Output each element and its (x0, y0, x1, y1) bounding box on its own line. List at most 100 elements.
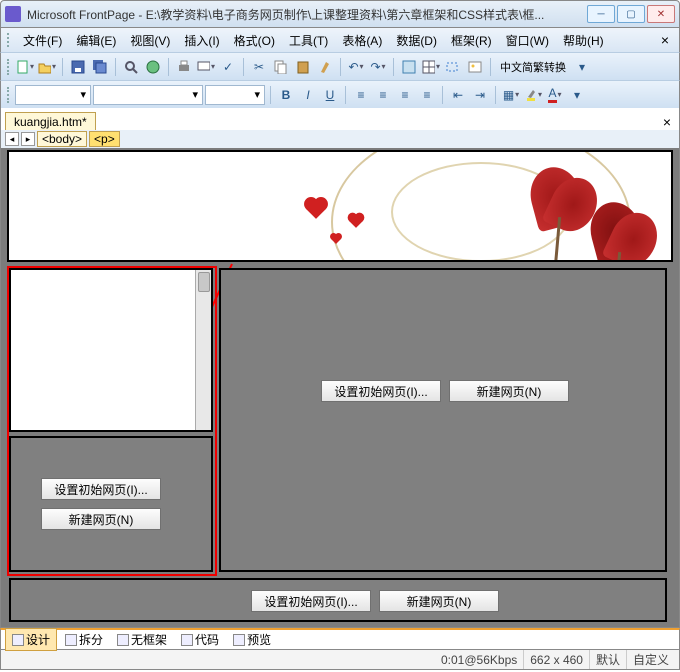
preview-button[interactable] (196, 57, 216, 77)
formatpaint-button[interactable] (315, 57, 335, 77)
design-icon (12, 634, 24, 646)
spell-button[interactable]: ✓ (218, 57, 238, 77)
redo-button[interactable]: ↷ (368, 57, 388, 77)
search-button[interactable] (121, 57, 141, 77)
menu-edit[interactable]: 编辑(E) (70, 30, 122, 51)
close-button[interactable]: ✕ (647, 5, 675, 23)
menu-tools[interactable]: 工具(T) (283, 30, 334, 51)
component-button[interactable] (399, 57, 419, 77)
border-button[interactable]: ▦ (501, 85, 521, 105)
view-code[interactable]: 代码 (175, 629, 225, 650)
menu-table[interactable]: 表格(A) (336, 30, 388, 51)
menubar: 文件(F) 编辑(E) 视图(V) 插入(I) 格式(O) 工具(T) 表格(A… (0, 28, 680, 52)
menu-frame[interactable]: 框架(R) (445, 30, 498, 51)
copy-button[interactable] (271, 57, 291, 77)
new-button[interactable] (15, 57, 35, 77)
cut-button[interactable]: ✂ (249, 57, 269, 77)
align-right-button[interactable]: ≡ (395, 85, 415, 105)
banner-frame[interactable] (7, 150, 673, 262)
menu-insert[interactable]: 插入(I) (178, 30, 225, 51)
undo-button[interactable]: ↶ (346, 57, 366, 77)
open-button[interactable] (37, 57, 57, 77)
separator (168, 58, 169, 76)
italic-button[interactable]: I (298, 85, 318, 105)
status-mode: 默认 (589, 650, 626, 669)
status-custom: 自定义 (626, 650, 675, 669)
document-tabs: kuangjia.htm* × (0, 108, 680, 130)
frame-right[interactable]: 设置初始网页(I)... 新建网页(N) (219, 268, 667, 572)
print-button[interactable] (174, 57, 194, 77)
cn-convert-label[interactable]: 中文简繁转换 (496, 59, 570, 75)
menu-help[interactable]: 帮助(H) (557, 30, 610, 51)
more-button[interactable]: ▾ (572, 57, 592, 77)
bold-button[interactable]: B (276, 85, 296, 105)
search-icon (124, 60, 138, 74)
indent-inc-button[interactable]: ⇥ (470, 85, 490, 105)
view-noframes[interactable]: 无框架 (111, 629, 173, 650)
publish-button[interactable] (143, 57, 163, 77)
align-center-button[interactable]: ≡ (373, 85, 393, 105)
grip-icon (7, 33, 11, 47)
tab-label: 代码 (195, 631, 219, 648)
separator (270, 86, 271, 104)
brush-icon (318, 60, 332, 74)
new-page-button[interactable]: 新建网页(N) (41, 508, 161, 530)
separator (393, 58, 394, 76)
menu-window[interactable]: 窗口(W) (500, 30, 555, 51)
view-preview[interactable]: 预览 (227, 629, 277, 650)
tab-file[interactable]: kuangjia.htm* (5, 112, 96, 130)
underline-button[interactable]: U (320, 85, 340, 105)
font-select[interactable]: ▾ (93, 85, 203, 105)
layer-button[interactable] (443, 57, 463, 77)
size-select[interactable]: ▾ (205, 85, 265, 105)
menu-data[interactable]: 数据(D) (390, 30, 443, 51)
menu-view[interactable]: 视图(V) (124, 30, 176, 51)
maximize-button[interactable]: ▢ (617, 5, 645, 23)
bc-body[interactable]: <body> (37, 131, 87, 147)
table-button[interactable] (421, 57, 441, 77)
bc-next-icon[interactable]: ▸ (21, 132, 35, 146)
frame-bottom-left[interactable]: 设置初始网页(I)... 新建网页(N) (9, 436, 213, 572)
frame-top-left[interactable] (9, 268, 213, 432)
separator (340, 58, 341, 76)
menu-close-icon[interactable]: × (657, 32, 673, 48)
menu-file[interactable]: 文件(F) (17, 30, 68, 51)
component-icon (402, 60, 416, 74)
breadcrumb: ◂ ▸ <body> <p> (0, 130, 680, 148)
separator (115, 58, 116, 76)
minimize-button[interactable]: ─ (587, 5, 615, 23)
bc-p[interactable]: <p> (89, 131, 120, 147)
scroll-thumb[interactable] (198, 272, 210, 292)
scrollbar[interactable] (195, 270, 211, 430)
set-initial-button[interactable]: 设置初始网页(I)... (251, 590, 371, 612)
save-button[interactable] (68, 57, 88, 77)
bc-prev-icon[interactable]: ◂ (5, 132, 19, 146)
saveall-button[interactable] (90, 57, 110, 77)
set-initial-button[interactable]: 设置初始网页(I)... (41, 478, 161, 500)
highlight-button[interactable] (523, 85, 543, 105)
set-initial-button[interactable]: 设置初始网页(I)... (321, 380, 441, 402)
grip-icon (7, 59, 11, 75)
fontcolor-button[interactable]: A (545, 85, 565, 105)
view-split[interactable]: 拆分 (59, 629, 109, 650)
image-button[interactable] (465, 57, 485, 77)
window-title: Microsoft FrontPage - E:\教学资料\电子商务网页制作\上… (27, 6, 585, 23)
image-icon (468, 60, 482, 74)
menu-format[interactable]: 格式(O) (228, 30, 281, 51)
tab-close-icon[interactable]: × (663, 114, 671, 130)
frame-bottom[interactable]: 设置初始网页(I)... 新建网页(N) (9, 578, 667, 622)
align-justify-button[interactable]: ≡ (417, 85, 437, 105)
save-icon (71, 60, 85, 74)
more-button[interactable]: ▾ (567, 85, 587, 105)
tab-label: 无框架 (131, 631, 167, 648)
align-left-button[interactable]: ≡ (351, 85, 371, 105)
separator (62, 58, 63, 76)
new-page-button[interactable]: 新建网页(N) (379, 590, 499, 612)
layer-icon (446, 60, 460, 74)
new-page-button[interactable]: 新建网页(N) (449, 380, 569, 402)
view-design[interactable]: 设计 (5, 628, 57, 651)
style-select[interactable]: ▾ (15, 85, 91, 105)
indent-dec-button[interactable]: ⇤ (448, 85, 468, 105)
split-icon (65, 634, 77, 646)
paste-button[interactable] (293, 57, 313, 77)
